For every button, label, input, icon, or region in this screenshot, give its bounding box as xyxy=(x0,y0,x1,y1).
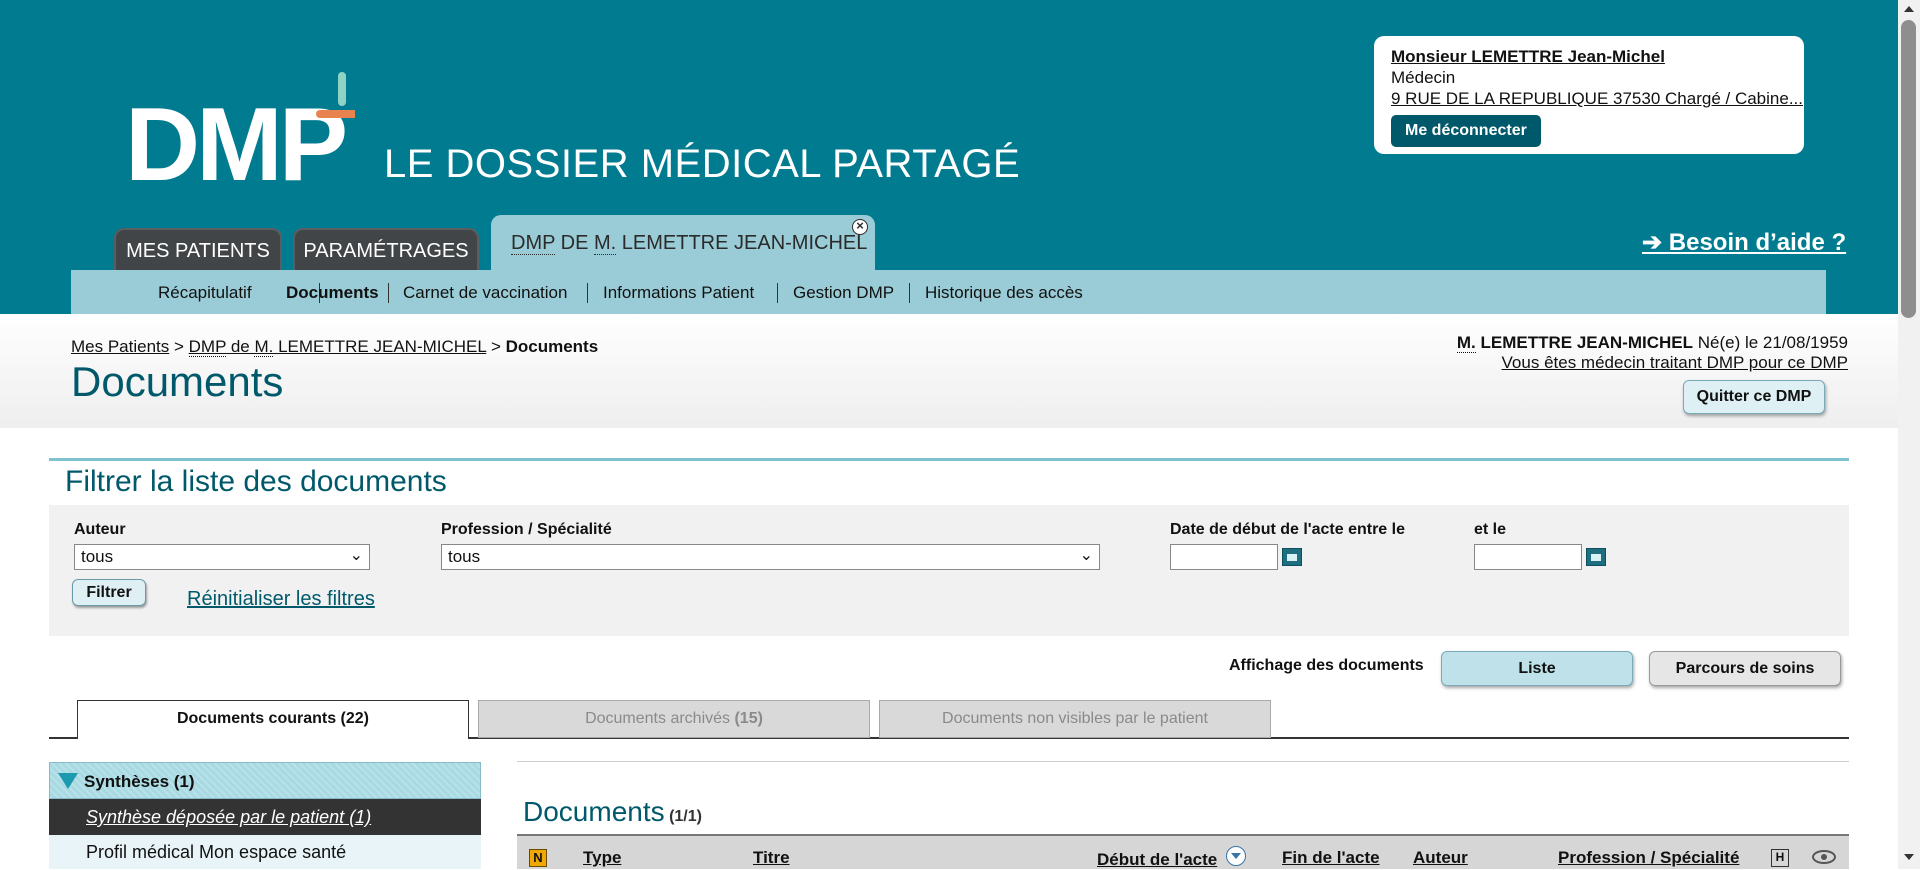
category-syntheses-label: Synthèses (1) xyxy=(84,772,195,791)
tab-dmp-abbr: DMP xyxy=(511,232,556,255)
subnav-informations-patient[interactable]: Informations Patient xyxy=(603,283,754,303)
subnav-gestion-dmp[interactable]: Gestion DMP xyxy=(793,283,894,303)
filter-title-bar: Filtrer la liste des documents xyxy=(49,461,1849,505)
view-mode-label: Affichage des documents xyxy=(1229,657,1424,674)
documents-page-count: (1/1) xyxy=(664,808,702,825)
dmp-logo: DMP xyxy=(125,72,355,184)
calendar-icon[interactable] xyxy=(1586,548,1606,566)
sub-navigation: Récapitulatif Documents Carnet de vaccin… xyxy=(71,270,1826,314)
reset-filters-link[interactable]: Réinitialiser les filtres xyxy=(187,588,375,611)
subnav-documents[interactable]: Documents xyxy=(286,283,379,303)
patient-title: M. xyxy=(1456,333,1476,353)
category-item-label: Synthèse déposée par le patient (1) xyxy=(86,807,372,827)
category-panel: Synthèses (1) Synthèse déposée par le pa… xyxy=(49,762,481,869)
scroll-down-icon[interactable] xyxy=(1904,854,1914,860)
date-from-label: Date de début de l'acte entre le xyxy=(1170,521,1405,538)
subnav-separator xyxy=(388,283,389,303)
date-from-input[interactable] xyxy=(1170,544,1278,570)
breadcrumb-current: Documents xyxy=(505,337,599,356)
profession-select[interactable]: tous ⌄ xyxy=(441,544,1100,570)
column-titre[interactable]: Titre xyxy=(753,848,790,868)
user-card: Monsieur LEMETTRE Jean-Michel Médecin 9 … xyxy=(1374,36,1804,154)
tab-archives-count: (15) xyxy=(734,710,763,727)
tab-documents-archives[interactable]: Documents archivés (15) xyxy=(478,700,870,738)
breadcrumb-dmp-name[interactable]: LEMETTRE JEAN-MICHEL xyxy=(273,337,486,356)
close-tab-icon[interactable]: × xyxy=(852,219,868,235)
column-debut-acte[interactable]: Début de l'acte xyxy=(1097,850,1217,870)
tab-parametrages[interactable]: PARAMÉTRAGES xyxy=(293,228,479,270)
quit-dmp-button[interactable]: Quitter ce DMP xyxy=(1683,380,1825,414)
category-item-label: Profil médical Mon espace santé xyxy=(86,842,347,862)
documents-title: Documents (1/1) xyxy=(523,796,702,828)
breadcrumb-separator: > xyxy=(486,337,506,356)
svg-text:DMP: DMP xyxy=(125,87,345,184)
patient-birthdate: Né(e) le 21/08/1959 xyxy=(1693,333,1848,352)
tab-mes-patients[interactable]: MES PATIENTS xyxy=(114,228,282,270)
calendar-icon[interactable] xyxy=(1282,548,1302,566)
profession-label: Profession / Spécialité xyxy=(441,521,612,538)
subnav-separator xyxy=(587,283,588,303)
new-document-icon: N xyxy=(529,849,547,867)
tab-documents-non-visibles[interactable]: Documents non visibles par le patient xyxy=(879,700,1271,738)
user-name-link[interactable]: Monsieur LEMETTRE Jean-Michel xyxy=(1391,46,1787,67)
tab-dmp-patient[interactable]: DMP DE M. LEMETTRE JEAN-MICHEL xyxy=(491,215,875,270)
logo-subtitle: LE DOSSIER MÉDICAL PARTAGÉ xyxy=(384,142,1021,186)
patient-name: LEMETTRE JEAN-MICHEL xyxy=(1475,333,1693,352)
patient-info: M. LEMETTRE JEAN-MICHEL Né(e) le 21/08/1… xyxy=(1456,333,1848,373)
treating-doctor-link[interactable]: Vous êtes médecin traitant DMP pour ce D… xyxy=(1502,353,1848,372)
subnav-separator xyxy=(777,283,778,303)
breadcrumb: Mes Patients > DMP de M. LEMETTRE JEAN-M… xyxy=(71,337,598,357)
scroll-up-icon[interactable] xyxy=(1904,6,1914,12)
subnav-historique-acces[interactable]: Historique des accès xyxy=(925,283,1083,303)
vertical-scrollbar[interactable] xyxy=(1898,0,1920,869)
eye-icon xyxy=(1812,850,1836,864)
tab-archives-label: Documents archivés xyxy=(585,710,735,727)
filter-title: Filtrer la liste des documents xyxy=(65,465,447,498)
author-select-value: tous xyxy=(81,547,114,566)
documents-table-header: N Type Titre Début de l'acte Fin de l'ac… xyxy=(517,834,1849,869)
subnav-separator xyxy=(909,283,910,303)
view-parcours-button[interactable]: Parcours de soins xyxy=(1649,651,1841,686)
h-column-icon: H xyxy=(1771,849,1789,867)
breadcrumb-mes-patients[interactable]: Mes Patients xyxy=(71,337,169,356)
category-item-profil-medical[interactable]: Profil médical Mon espace santé xyxy=(49,835,481,869)
column-fin-acte[interactable]: Fin de l'acte xyxy=(1282,848,1380,868)
user-address-link[interactable]: 9 RUE DE LA REPUBLIQUE 37530 Chargé / Ca… xyxy=(1391,88,1803,109)
column-type[interactable]: Type xyxy=(583,848,621,868)
date-to-label: et le xyxy=(1474,521,1507,538)
profession-select-value: tous xyxy=(448,547,481,566)
category-item-synthese-patient[interactable]: Synthèse déposée par le patient (1) xyxy=(49,799,481,835)
breadcrumb-dmp-de[interactable]: de xyxy=(226,337,254,356)
breadcrumb-separator: > xyxy=(169,337,189,356)
logout-button[interactable]: Me déconnecter xyxy=(1391,115,1541,147)
filter-button[interactable]: Filtrer xyxy=(72,579,146,606)
date-to-input[interactable] xyxy=(1474,544,1582,570)
column-auteur[interactable]: Auteur xyxy=(1413,848,1468,868)
chevron-down-icon: ⌄ xyxy=(1079,547,1093,564)
documents-top-divider xyxy=(517,761,1849,762)
breadcrumb-dmp-title[interactable]: M. xyxy=(254,337,274,357)
tab-dmp-name: LEMETTRE JEAN-MICHEL xyxy=(616,232,868,254)
help-link[interactable]: ➔ Besoin d’aide ? xyxy=(1642,228,1846,257)
sort-descending-icon[interactable] xyxy=(1226,846,1246,866)
tab-dmp-title: M. xyxy=(594,232,617,255)
subnav-carnet-vaccination[interactable]: Carnet de vaccination xyxy=(403,283,567,303)
filter-panel: Filtrer la liste des documents Auteur to… xyxy=(49,458,1849,636)
user-role: Médecin xyxy=(1391,68,1456,87)
scrollbar-thumb[interactable] xyxy=(1901,20,1916,318)
subnav-recapitulatif[interactable]: Récapitulatif xyxy=(158,283,252,303)
header: DMP LE DOSSIER MÉDICAL PARTAGÉ Monsieur … xyxy=(0,0,1898,314)
author-label: Auteur xyxy=(74,521,126,538)
breadcrumb-dmp-abbr[interactable]: DMP xyxy=(188,337,227,357)
expand-triangle-icon xyxy=(58,773,78,789)
chevron-down-icon: ⌄ xyxy=(349,547,363,564)
page-title: Documents xyxy=(71,358,284,405)
column-profession[interactable]: Profession / Spécialité xyxy=(1558,848,1739,868)
tab-documents-courants[interactable]: Documents courants (22) xyxy=(77,700,469,739)
documents-title-text: Documents xyxy=(523,796,665,827)
author-select[interactable]: tous ⌄ xyxy=(74,544,370,570)
view-liste-button[interactable]: Liste xyxy=(1441,651,1633,686)
category-syntheses[interactable]: Synthèses (1) xyxy=(49,762,481,799)
tab-dmp-de: DE xyxy=(555,232,594,254)
